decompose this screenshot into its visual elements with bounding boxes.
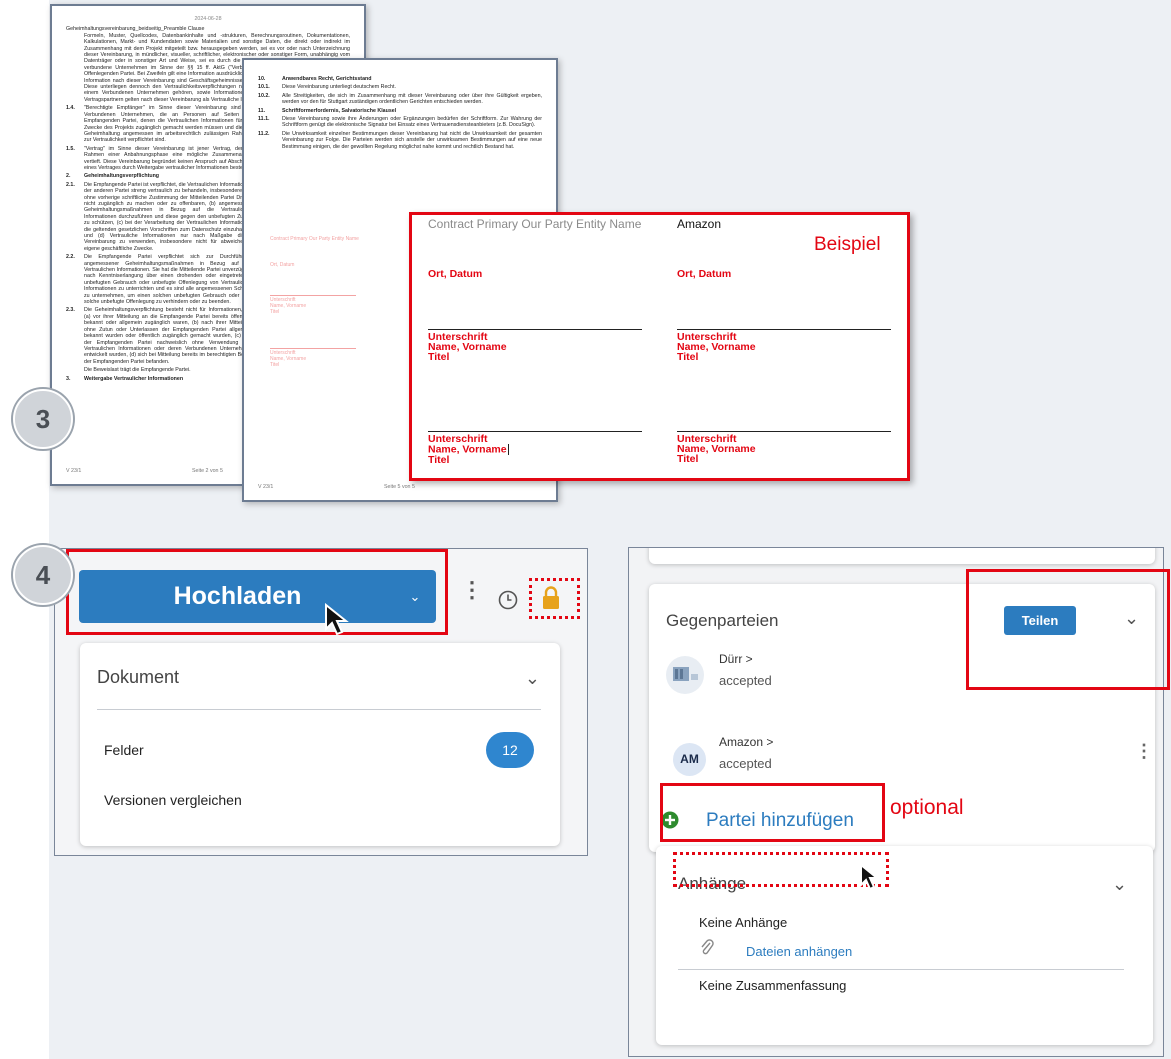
party-name-text: Dürr [719,652,743,666]
chevron-right-icon: > [742,652,753,666]
mouse-cursor-icon [325,603,349,636]
party-name-amazon[interactable]: Amazon > [719,735,773,749]
faded-signature-block: Unterschrift Name, Vorname Titel [270,297,306,315]
document-section-title: Dokument [97,667,180,687]
section-text: Alle Streitigkeiten, die sich im Zusamme… [282,92,542,106]
example-label: Beispiel [814,234,881,255]
party-status-duerr: accepted [719,673,772,688]
left-party-header: Contract Primary Our Party Entity Name [428,217,642,231]
section-heading: Geheimhaltungsverpflichtung [84,173,160,180]
history-clock-icon[interactable] [497,589,519,611]
section-number: 2.3. [66,307,75,314]
title-label: Titel [428,454,450,466]
signature-example-box: Contract Primary Our Party Entity Name A… [409,212,910,481]
left-signature-line-1 [428,329,642,330]
section-number: 3. [66,375,71,382]
attach-files-link[interactable]: Dateien anhängen [746,944,852,959]
left-place-date: Ort, Datum [428,268,483,280]
section-text: "Vertrag" im Sinne dieser Vereinbarung i… [84,145,252,171]
party-status-amazon: accepted [719,756,772,771]
section-text: Die Unwirksamkeit einzelner Bestimmungen… [282,130,542,150]
amazon-avatar: AM [673,743,706,776]
section-text: Die Empfangende Partei verpflichtet sich… [84,254,252,306]
right-signature-line-2 [677,431,891,432]
title-label: Titel [677,453,699,465]
divider [97,709,541,710]
highlight-upload-button [66,549,448,635]
divider [678,969,1124,970]
faded-title-label: Titel [270,309,280,315]
no-summary-text: Keine Zusammenfassung [699,978,847,993]
highlight-lock-icon [529,578,580,619]
section-number: 10.2. [258,92,270,99]
right-signature-block-1: Unterschrift Name, Vorname Titel [677,332,756,363]
faded-signature-line [270,348,356,349]
highlight-share-button [966,569,1170,690]
section-text: Diese Vereinbarung sowie ihre Änderungen… [282,116,542,129]
faded-place-date: Ort, Datum [270,262,295,268]
fields-menu-item[interactable]: Felder [104,742,144,758]
party-name-text: Amazon [719,735,764,749]
paperclip-icon [701,939,714,955]
no-attachments-text: Keine Anhänge [699,915,788,930]
section-text: Diese Vereinbarung unterliegt deutschem … [282,84,396,91]
duerr-logo-icon [673,667,698,681]
counterparties-title: Gegenparteien [666,611,779,630]
chevron-down-icon[interactable]: ⌄ [525,668,540,689]
compare-versions-menu-item[interactable]: Versionen vergleichen [104,792,242,808]
section-number: 1.4. [66,105,75,112]
step-3-badge: 3 [13,389,73,449]
previous-card-bottom [649,548,1155,564]
left-signature-line-2 [428,431,642,432]
page-footer-left: V 23/1 [66,468,82,474]
mouse-cursor-icon [860,863,880,891]
title-label: Titel [677,351,699,363]
section-text: "Berechtigte Empfänger" im Sinne dieser … [84,105,252,144]
more-options-icon[interactable]: ⋮ [461,579,483,601]
left-signature-block-1: Unterschrift Name, Vorname Titel [428,332,507,363]
duerr-logo-avatar [666,656,704,694]
chevron-down-icon[interactable]: ⌄ [1112,874,1127,895]
section-heading: Anwendbares Recht, Gerichtsstand [282,76,372,82]
text-cursor [507,444,509,455]
page-footer-right: Seite 5 von 5 [384,484,415,490]
section-number: 11.1. [258,116,270,123]
step-4-badge: 4 [13,545,73,605]
right-party-header: Amazon [677,217,722,231]
party-name-duerr[interactable]: Dürr > [719,652,753,666]
highlight-add-party [660,783,885,842]
section-number: 2. [66,173,71,180]
page-date: 2024-06-28 [194,16,222,22]
title-label: Titel [428,351,450,363]
left-signature-block-2: Unterschrift Name, Vorname Titel [428,434,509,465]
fields-count-badge: 12 [486,732,534,768]
section-text: Die Geheimhaltungsverpflichtung besteht … [84,307,252,365]
right-signature-block-2: Unterschrift Name, Vorname Titel [677,434,756,465]
section-number: 2.2. [66,254,75,261]
optional-label: optional [890,796,964,819]
faded-signature-block: Unterschrift Name, Vorname Titel [270,350,306,368]
faded-header: Contract Primary Our Party Entity Name [270,236,359,242]
page-footer-right: Seite 2 von 5 [192,468,223,474]
section-number: 10. [258,76,266,82]
page-footer-left: V 23/1 [258,484,274,490]
right-place-date: Ort, Datum [677,268,732,280]
section-heading: Weitergabe Vertraulicher Informationen [84,375,184,382]
highlight-attach-files [673,852,889,887]
section-heading: Schriftformerfordernis, Salvatorische Kl… [282,107,397,114]
section-number: 11. [258,107,266,114]
more-options-icon[interactable]: ⋮ [1135,742,1153,760]
chevron-right-icon: > [763,735,774,749]
section-number: 2.1. [66,181,75,188]
section-number: 10.1. [258,84,270,91]
section-text: Die Empfangende Partei ist verpflichtet,… [84,181,252,252]
section-number: 11.2. [258,130,270,137]
right-signature-line-1 [677,329,891,330]
section-number: 1.5. [66,145,75,152]
document-dropdown: Dokument ⌄ Felder 12 Versionen vergleich… [80,643,560,846]
faded-signature-line [270,295,356,296]
faded-title-label: Titel [270,362,280,368]
